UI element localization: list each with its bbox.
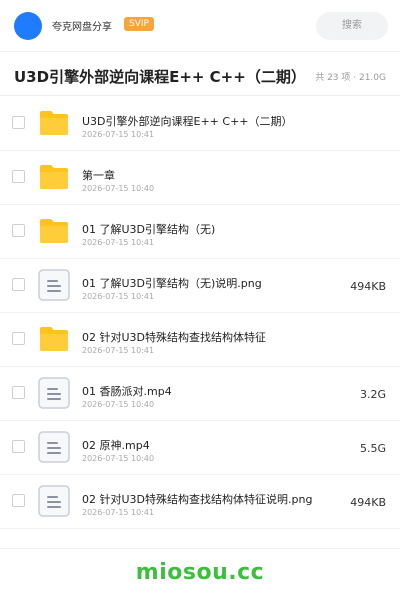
- file-date: 2026-07-15 10:41: [82, 130, 155, 139]
- file-size: 494KB: [350, 496, 386, 509]
- file-name: 02 针对U3D特殊结构查找结构体特征说明.png: [82, 493, 313, 506]
- folder-icon: [38, 161, 70, 193]
- file-date: 2026-07-15 10:41: [82, 292, 155, 301]
- file-date: 2026-07-15 10:41: [82, 346, 155, 355]
- file-date: 2026-07-15 10:41: [82, 238, 155, 247]
- file-name: 02 针对U3D特殊结构查找结构体特征: [82, 331, 267, 344]
- document-icon: [38, 485, 70, 517]
- document-icon: [38, 431, 70, 463]
- folder-summary: 共 23 项 · 21.0G: [315, 73, 386, 83]
- row-checkbox[interactable]: [12, 386, 25, 399]
- footer-divider: [0, 548, 400, 549]
- file-row[interactable]: 01 香肠派对.mp4 2026-07-15 10:40 3.2G: [0, 367, 400, 421]
- svip-badge: SVIP: [124, 17, 154, 31]
- file-name: 01 了解U3D引擎结构（无)说明.png: [82, 277, 262, 290]
- file-row[interactable]: 02 针对U3D特殊结构查找结构体特征说明.png 2026-07-15 10:4…: [0, 475, 400, 529]
- avatar[interactable]: [14, 12, 42, 40]
- folder-row[interactable]: 01 了解U3D引擎结构（无) 2026-07-15 10:41: [0, 205, 400, 259]
- folder-icon: [38, 107, 70, 139]
- file-size: 3.2G: [359, 388, 386, 401]
- file-name: 01 香肠派对.mp4: [82, 385, 172, 398]
- file-name: U3D引擎外部逆向课程E++ C++（二期）: [82, 115, 293, 128]
- document-icon: [38, 377, 70, 409]
- folder-row[interactable]: 02 针对U3D特殊结构查找结构体特征 2026-07-15 10:41: [0, 313, 400, 367]
- folder-icon: [38, 323, 70, 355]
- row-checkbox[interactable]: [12, 332, 25, 345]
- user-name: 夸克网盘分享: [52, 22, 112, 33]
- row-checkbox[interactable]: [12, 224, 25, 237]
- file-size: 5.5G: [359, 442, 386, 455]
- file-name: 01 了解U3D引擎结构（无): [82, 223, 216, 236]
- file-row[interactable]: 02 原神.mp4 2026-07-15 10:40 5.5G: [0, 421, 400, 475]
- file-row[interactable]: 01 了解U3D引擎结构（无)说明.png 2026-07-15 10:41 494…: [0, 259, 400, 313]
- row-checkbox[interactable]: [12, 440, 25, 453]
- folder-icon: [38, 215, 70, 247]
- file-date: 2026-07-15 10:40: [82, 454, 155, 463]
- row-checkbox[interactable]: [12, 494, 25, 507]
- row-checkbox[interactable]: [12, 170, 25, 183]
- watermark-text: miosou.cc: [135, 560, 265, 585]
- file-date: 2026-07-15 10:41: [82, 508, 155, 517]
- file-date: 2026-07-15 10:40: [82, 400, 155, 409]
- folder-header: U3D引擎外部逆向课程E++ C++（二期） 共 23 项 · 21.0G: [0, 52, 400, 96]
- file-name: 02 原神.mp4: [82, 439, 150, 452]
- search-button[interactable]: 搜索: [316, 12, 388, 40]
- document-icon: [38, 269, 70, 301]
- folder-row[interactable]: U3D引擎外部逆向课程E++ C++（二期） 2026-07-15 10:41: [0, 97, 400, 151]
- row-checkbox[interactable]: [12, 116, 25, 129]
- file-date: 2026-07-15 10:40: [82, 184, 155, 193]
- file-size: 494KB: [350, 280, 386, 293]
- top-bar: 夸克网盘分享 SVIP 搜索: [0, 0, 400, 52]
- file-list: U3D引擎外部逆向课程E++ C++（二期） 2026-07-15 10:41 第一…: [0, 97, 400, 529]
- file-name: 第一章: [82, 169, 115, 182]
- row-checkbox[interactable]: [12, 278, 25, 291]
- folder-row[interactable]: 第一章 2026-07-15 10:40: [0, 151, 400, 205]
- page-title: U3D引擎外部逆向课程E++ C++（二期）: [14, 68, 306, 86]
